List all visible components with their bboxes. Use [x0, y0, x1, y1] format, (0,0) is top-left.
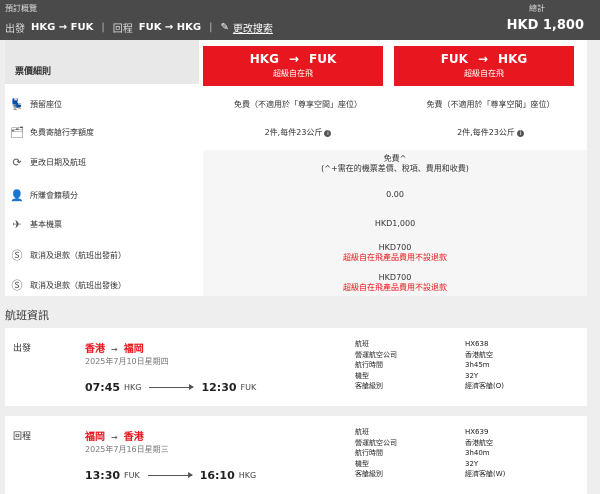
fare-name: 超級自在飛 — [273, 69, 313, 78]
flight-card-outbound: 出發 香港 → 福岡 2025年7月10日星期四 07:45 HKG 12:30 F… — [5, 328, 587, 406]
edit-search-link[interactable]: 更改搜索 — [233, 20, 273, 35]
edit-icon[interactable]: ✎ — [221, 22, 229, 33]
outbound-label: 出發 — [5, 24, 25, 35]
flight-detail-values: HX639 香港航空 3h40m 32Y 經濟客艙(W) — [465, 428, 506, 479]
fare-row-label: 取消及退款（航班出發前） — [30, 250, 126, 260]
fare-row-base: ✈ 基本機票 HKD1,000 — [5, 214, 587, 234]
duration-arrow — [149, 384, 195, 390]
fare-cell: 免費^ — [383, 154, 407, 163]
arrow-right-icon: → — [477, 52, 489, 66]
flight-detail-labels: 航班 營運航空公司 航行時間 機型 客艙級別 — [355, 428, 397, 479]
flight-detail-labels: 航班 營運航空公司 航行時間 機型 客艙級別 — [355, 340, 397, 391]
flight-direction: 回程 — [13, 432, 32, 442]
fare-cell: HKD700 — [378, 243, 412, 252]
baggage-icon: 🗂 — [10, 126, 24, 139]
outbound-route: HKG → FUK — [31, 22, 94, 33]
route-to: HKG — [498, 52, 528, 66]
route-from: FUK — [440, 52, 468, 66]
departure-airport: HKG — [124, 383, 142, 392]
fare-row-change: ⟳ 更改日期及航班 免費^ (^+需在的機票差價、稅項、費用和收費) — [5, 152, 587, 178]
dollar-icon: Ⓢ — [11, 279, 23, 292]
return-fare-header: FUK → HKG 超級自在飛 — [394, 46, 574, 86]
fare-cell: 免費（不適用於「尊享空間」座位） — [426, 100, 555, 109]
fare-row-label: 所賺會籍積分 — [30, 191, 78, 200]
route-from: HKG — [249, 52, 279, 66]
fare-cell: 2件,每件23公斤 i — [203, 128, 393, 138]
fare-row-label: 取消及退款（航班出發後） — [30, 280, 126, 290]
booking-summary-bar: 預訂概覽 出發 HKG → FUK | 回程 FUK → HKG | ✎ 更改搜… — [0, 0, 600, 40]
duration-arrow — [147, 472, 193, 478]
fare-cell: 2件,每件23公斤 i — [394, 128, 587, 138]
fare-cell: HKD1,000 — [374, 219, 416, 228]
flight-info-title: 航班資訊 — [5, 309, 49, 322]
fare-row-refund-before: Ⓢ 取消及退款（航班出發前） HKD700 超級自在飛產品費用不設退款 — [5, 241, 587, 265]
departure-airport: FUK — [124, 471, 140, 480]
flight-times: 07:45 HKG 12:30 FUK — [85, 381, 256, 394]
fare-row-label: 免費寄艙行李額度 — [30, 128, 94, 137]
departure-time: 13:30 — [85, 469, 121, 482]
fare-note: 超級自在飛產品費用不設退款 — [343, 253, 447, 262]
fare-row-label: 預留座位 — [30, 100, 62, 109]
departure-time: 07:45 — [85, 381, 121, 394]
fare-row-label: 更改日期及航班 — [30, 158, 86, 167]
fare-details-header: 票價細則 — [5, 40, 199, 84]
arrow-right-icon: → — [288, 52, 299, 66]
person-icon: 👤 — [10, 189, 24, 202]
arrival-time: 16:10 — [199, 469, 235, 482]
fare-row-seat: 💺 預留座位 免費（不適用於「尊享空間」座位） 免費（不適用於「尊享空間」座位） — [5, 94, 587, 116]
divider: | — [101, 22, 105, 33]
route-to: FUK — [309, 52, 337, 66]
arrival-airport: HKG — [238, 471, 257, 480]
info-icon[interactable]: i — [516, 130, 524, 137]
dollar-icon: Ⓢ — [11, 249, 23, 262]
fare-note: (^+需在的機票差價、稅項、費用和收費) — [321, 164, 469, 173]
fare-details-table: 票價細則 HKG → FUK 超級自在飛 FUK → HKG 超級自在飛 💺 預留座位 免… — [5, 40, 587, 296]
flight-detail-values: HX638 香港航空 3h45m 32Y 經濟客艙(O) — [465, 340, 504, 391]
plane-icon: ✈ — [12, 218, 22, 231]
flight-times: 13:30 FUK 16:10 HKG — [85, 469, 256, 482]
fare-note: 超級自在飛產品費用不設退款 — [343, 283, 447, 292]
arrow-right-icon: → — [111, 433, 118, 442]
flight-date: 2025年7月10日星期四 — [85, 357, 169, 366]
flight-route: 香港 → 福岡 — [85, 344, 144, 355]
arrow-right-icon: → — [111, 345, 118, 354]
overview-label: 預訂概覽 — [5, 4, 37, 13]
seat-icon: 💺 — [10, 98, 24, 111]
fare-name: 超級自在飛 — [464, 69, 504, 78]
fare-row-label: 基本機票 — [30, 220, 62, 229]
fare-cell: 免費（不適用於「尊享空間」座位） — [234, 100, 362, 109]
route-summary: 出發 HKG → FUK | 回程 FUK → HKG | ✎ 更改搜索 — [5, 20, 273, 35]
total-label: 總計 — [529, 4, 545, 13]
total-price: HKD 1,800 — [506, 18, 584, 33]
flight-route: 福岡 → 香港 — [85, 432, 144, 443]
fare-row-baggage: 🗂 免費寄艙行李額度 2件,每件23公斤 i 2件,每件23公斤 i — [5, 122, 587, 144]
outbound-fare-header: HKG → FUK 超級自在飛 — [203, 46, 383, 86]
return-label: 回程 — [112, 24, 133, 35]
flight-card-return: 回程 福岡 → 香港 2025年7月16日星期三 13:30 FUK 16:10 H… — [5, 416, 587, 494]
fare-row-refund-after: Ⓢ 取消及退款（航班出發後） HKD700 超級自在飛產品費用不設退款 — [5, 271, 587, 295]
fare-cell: HKD700 — [378, 273, 412, 282]
refresh-icon: ⟳ — [12, 156, 22, 169]
arrival-time: 12:30 — [201, 381, 237, 394]
arrival-airport: FUK — [240, 383, 257, 392]
flight-direction: 出發 — [13, 344, 32, 354]
fare-cell: 0.00 — [386, 190, 404, 199]
divider: | — [209, 22, 213, 33]
info-icon[interactable]: i — [324, 130, 332, 137]
return-route: FUK → HKG — [138, 22, 202, 33]
flight-date: 2025年7月16日星期三 — [85, 445, 169, 454]
fare-row-points: 👤 所賺會籍積分 0.00 — [5, 185, 587, 205]
